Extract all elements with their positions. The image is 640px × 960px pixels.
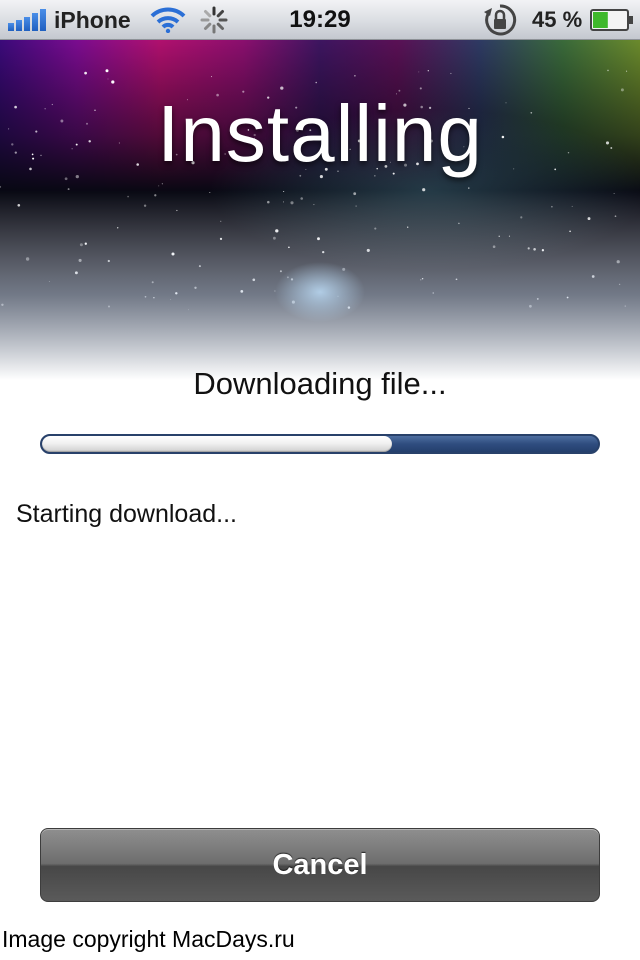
download-status-label: Downloading file... [193, 366, 447, 401]
header-banner: Installing [0, 40, 640, 380]
download-progress-bar [40, 434, 600, 454]
log-message: Starting download... [16, 500, 237, 528]
copyright-text: Image copyright MacDays.ru [2, 926, 295, 952]
progress-fill [42, 436, 393, 452]
battery-percent: 45 % [532, 7, 583, 32]
battery-icon [590, 0, 634, 40]
cancel-button[interactable]: Cancel [40, 828, 600, 902]
rotation-lock-icon [482, 0, 518, 40]
status-bar: iPhone 19:29 45 % [0, 0, 640, 40]
cancel-button-label: Cancel [272, 848, 368, 881]
page-title: Installing [157, 89, 483, 178]
